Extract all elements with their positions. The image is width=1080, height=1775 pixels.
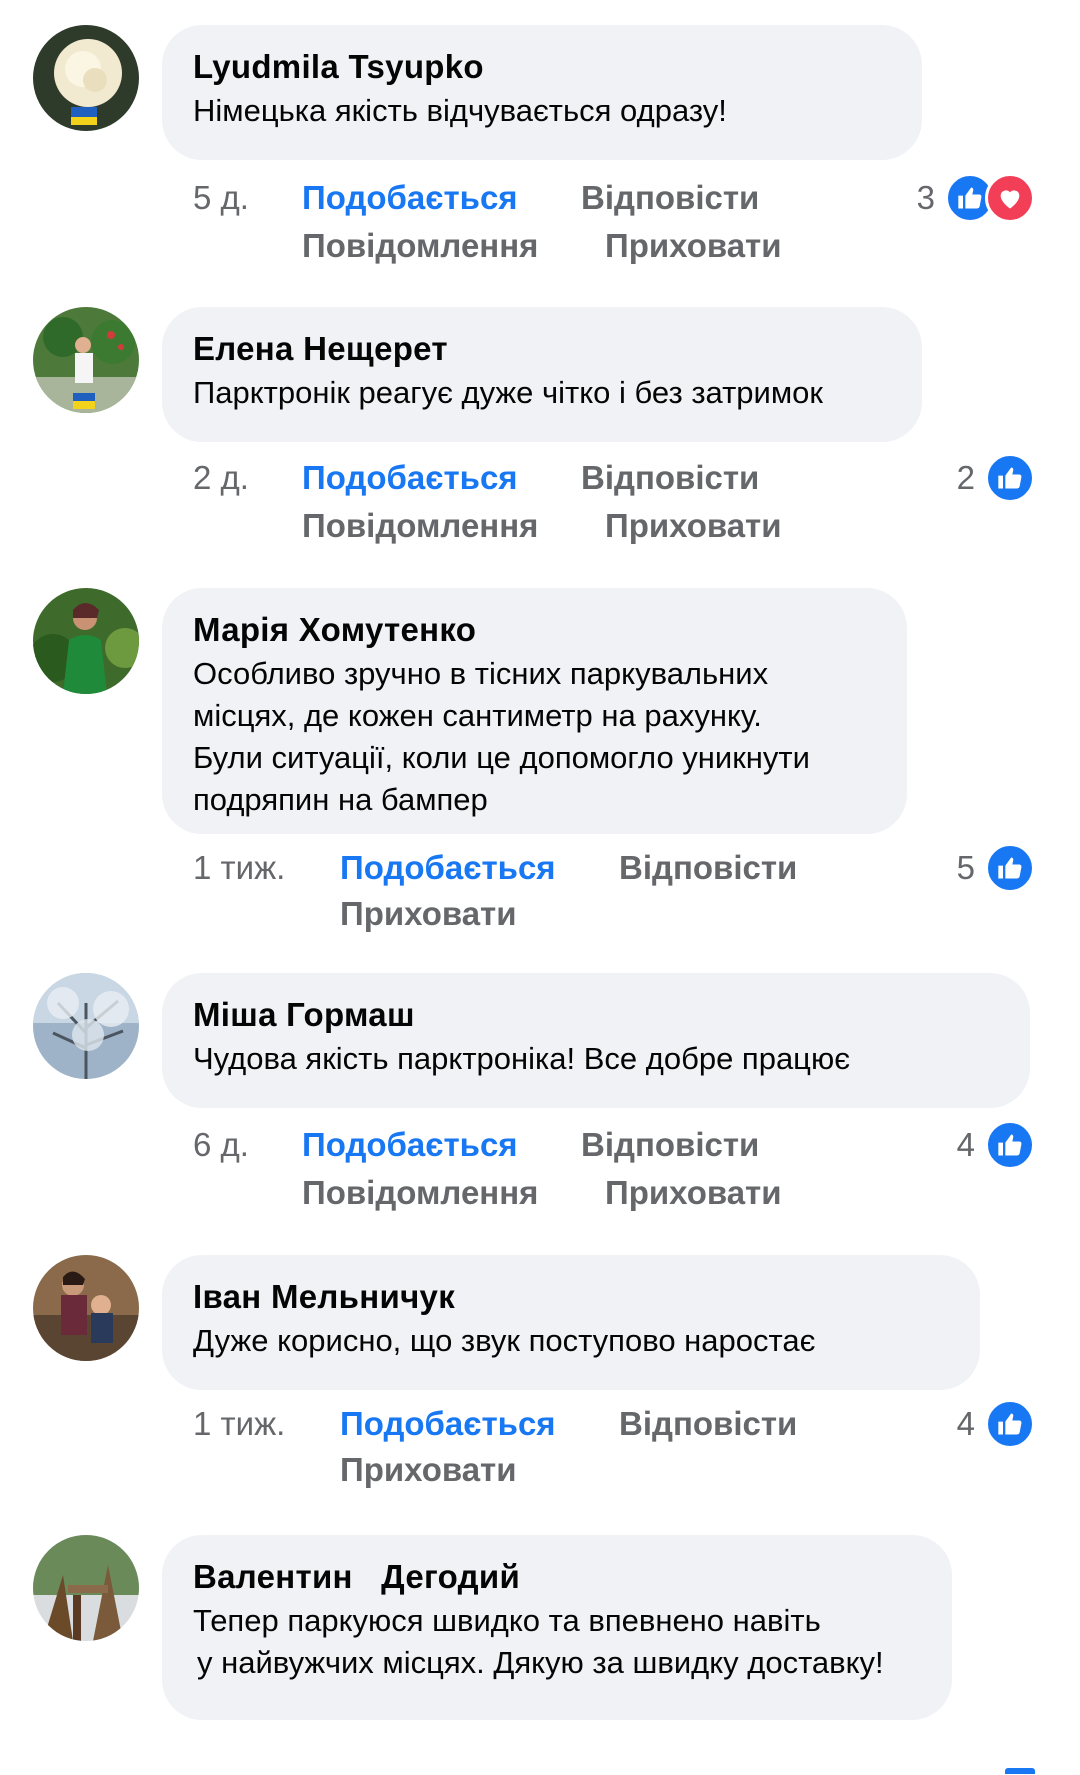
reply-button[interactable]: Відповісти bbox=[581, 1121, 759, 1169]
hide-button[interactable]: Приховати bbox=[605, 1169, 782, 1217]
like-icon bbox=[985, 843, 1035, 893]
reaction-count: 4 bbox=[956, 1405, 975, 1442]
like-icon bbox=[985, 1120, 1035, 1170]
avatar[interactable] bbox=[33, 25, 139, 131]
like-button[interactable]: Подобається bbox=[340, 844, 556, 892]
hide-button[interactable]: Приховати bbox=[605, 222, 782, 270]
reply-button[interactable]: Відповісти bbox=[619, 1400, 797, 1448]
avatar[interactable] bbox=[33, 1255, 139, 1361]
like-icon bbox=[985, 453, 1035, 503]
comment-time[interactable]: 2 д. bbox=[193, 454, 249, 502]
comment-text-line: у найвужчих місцях. Дякую за швидку дост… bbox=[197, 1645, 884, 1680]
comment-bubble: Валентин Дегодий Тепер паркуюся швидко т… bbox=[162, 1535, 952, 1720]
reactions-summary[interactable]: 4 bbox=[956, 1120, 1035, 1170]
comment-text-line: місцях, де кожен сантиметр на рахунку. bbox=[193, 698, 762, 733]
message-button[interactable]: Повідомлення bbox=[302, 1169, 538, 1217]
avatar[interactable] bbox=[33, 1535, 139, 1641]
comment-time[interactable]: 1 тиж. bbox=[193, 844, 285, 892]
comment-author[interactable]: Іван Мельничук bbox=[193, 1277, 950, 1317]
comment-text-line: Були ситуації, коли це допомогло уникнут… bbox=[193, 740, 810, 775]
comment-text: Тепер паркуюся швидко та впевнено навіть… bbox=[193, 1600, 922, 1684]
comment-text: Парктронік реагує дуже чітко і без затри… bbox=[193, 375, 823, 410]
comment-author[interactable]: Lyudmila Tsyupko bbox=[193, 47, 892, 87]
comment-time[interactable]: 5 д. bbox=[193, 174, 249, 222]
reaction-count: 5 bbox=[956, 849, 975, 886]
love-icon bbox=[985, 173, 1035, 223]
comment-bubble: Марія Хомутенко Особливо зручно в тісних… bbox=[162, 588, 907, 834]
comment-bubble: Lyudmila Tsyupko Німецька якість відчува… bbox=[162, 25, 922, 160]
like-button[interactable]: Подобається bbox=[302, 454, 518, 502]
comment-author[interactable]: Валентин Дегодий bbox=[193, 1557, 922, 1597]
comment-time[interactable]: 1 тиж. bbox=[193, 1400, 285, 1448]
avatar[interactable] bbox=[33, 307, 139, 413]
reactions-summary[interactable]: 3 bbox=[916, 173, 1035, 223]
reaction-count: 2 bbox=[956, 459, 975, 496]
message-button[interactable]: Повідомлення bbox=[302, 502, 538, 550]
avatar[interactable] bbox=[33, 588, 139, 694]
comment-bubble: Елена Нещерет Парктронік реагує дуже чіт… bbox=[162, 307, 922, 442]
like-button[interactable]: Подобається bbox=[302, 174, 518, 222]
reactions-summary[interactable]: 5 bbox=[956, 843, 1035, 893]
comment-time[interactable]: 6 д. bbox=[193, 1121, 249, 1169]
comment-author[interactable]: Міша Гормаш bbox=[193, 995, 1000, 1035]
reaction-count: 3 bbox=[916, 179, 935, 216]
message-button[interactable]: Повідомлення bbox=[302, 222, 538, 270]
reactions-summary[interactable]: 2 bbox=[956, 453, 1035, 503]
hide-button[interactable]: Приховати bbox=[340, 890, 517, 938]
like-icon bbox=[1005, 1768, 1035, 1774]
like-button[interactable]: Подобається bbox=[340, 1400, 556, 1448]
hide-button[interactable]: Приховати bbox=[340, 1446, 517, 1494]
comment-text: Дуже корисно, що звук поступово наростає bbox=[193, 1323, 816, 1358]
comment-text: Німецька якість відчувається одразу! bbox=[193, 93, 727, 128]
comment-bubble: Міша Гормаш Чудова якість парктроніка! В… bbox=[162, 973, 1030, 1108]
comment-author[interactable]: Марія Хомутенко bbox=[193, 610, 877, 650]
reply-button[interactable]: Відповісти bbox=[581, 174, 759, 222]
reactions-summary[interactable]: 4 bbox=[956, 1399, 1035, 1449]
reply-button[interactable]: Відповісти bbox=[619, 844, 797, 892]
comment-author[interactable]: Елена Нещерет bbox=[193, 329, 892, 369]
comment-text-line: Особливо зручно в тісних паркувальних bbox=[193, 656, 769, 691]
comment-text-line: Тепер паркуюся швидко та впевнено навіть bbox=[193, 1603, 821, 1638]
reaction-count: 4 bbox=[956, 1126, 975, 1163]
reply-button[interactable]: Відповісти bbox=[581, 454, 759, 502]
comment-text: Особливо зручно в тісних паркувальних мі… bbox=[193, 653, 877, 821]
avatar[interactable] bbox=[33, 973, 139, 1079]
like-icon bbox=[985, 1399, 1035, 1449]
hide-button[interactable]: Приховати bbox=[605, 502, 782, 550]
like-button[interactable]: Подобається bbox=[302, 1121, 518, 1169]
comment-text-line: подряпин на бампер bbox=[193, 782, 488, 817]
comment-bubble: Іван Мельничук Дуже корисно, що звук пос… bbox=[162, 1255, 980, 1390]
comment-text: Чудова якість парктроніка! Все добре пра… bbox=[193, 1041, 851, 1076]
